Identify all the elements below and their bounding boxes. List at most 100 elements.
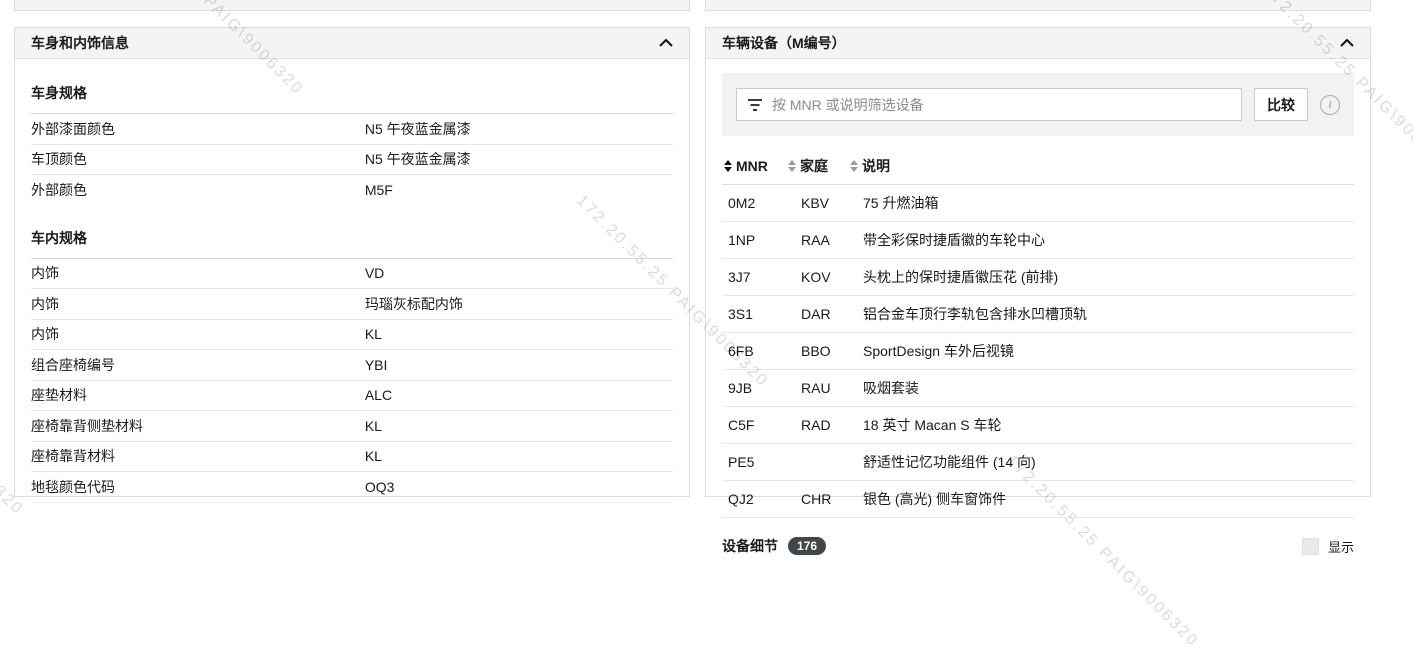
show-checkbox[interactable] xyxy=(1302,538,1319,555)
cell-description: 18 英寸 Macan S 车轮 xyxy=(863,415,1354,435)
panel-header[interactable]: 服务/保养计划 xyxy=(706,0,1370,11)
spec-row: 外部颜色 M5F xyxy=(31,175,673,206)
equipment-filter-box[interactable] xyxy=(736,88,1242,121)
spec-row: 座垫材料 ALC xyxy=(31,381,673,412)
spec-label: 座垫材料 xyxy=(31,385,365,405)
spec-row: 内饰 KL xyxy=(31,320,673,351)
table-row[interactable]: 6FB BBO SportDesign 车外后视镜 xyxy=(722,333,1354,370)
spec-row: 外部漆面颜色 N5 午夜蓝金属漆 xyxy=(31,114,673,145)
spec-label: 组合座椅编号 xyxy=(31,355,365,375)
cell-mnr: 0M2 xyxy=(728,195,801,211)
cell-mnr: C5F xyxy=(728,417,801,433)
show-label: 显示 xyxy=(1328,537,1354,556)
cell-family: KBV xyxy=(801,195,863,211)
spec-value: YBI xyxy=(365,357,388,373)
equipment-details: 设备细节 176 xyxy=(722,536,826,556)
column-header-family[interactable]: 家庭 xyxy=(788,156,850,176)
equipment-body: 比较 i MNR 家庭 说明 0M2 KBV xyxy=(706,59,1370,556)
spec-row: 地毯颜色代码 OQ3 xyxy=(31,472,673,503)
cell-description: 铝合金车顶行李轨包含排水凹槽顶轨 xyxy=(863,304,1354,324)
spec-value: N5 午夜蓝金属漆 xyxy=(365,149,471,169)
equipment-table-header: MNR 家庭 说明 xyxy=(722,156,1354,185)
spec-label: 内饰 xyxy=(31,324,365,344)
cell-description: 75 升燃油箱 xyxy=(863,193,1354,213)
sort-icon[interactable] xyxy=(850,160,858,172)
panel-header[interactable]: 车辆设备（M编号） xyxy=(706,28,1370,59)
table-row[interactable]: 9JB RAU 吸烟套装 xyxy=(722,370,1354,407)
spec-row: 座椅靠背材料 KL xyxy=(31,442,673,473)
section-title: 车内规格 xyxy=(31,222,673,259)
column-header-description[interactable]: 说明 xyxy=(850,156,1354,176)
panel-service-plan-collapsed: 服务/保养计划 xyxy=(705,0,1371,11)
sort-icon[interactable] xyxy=(788,160,796,172)
table-row[interactable]: 1NP RAA 带全彩保时捷盾徽的车轮中心 xyxy=(722,222,1354,259)
cell-mnr: PE5 xyxy=(728,454,801,470)
spec-row: 组合座椅编号 YBI xyxy=(31,350,673,381)
column-label: MNR xyxy=(736,158,768,174)
table-row[interactable]: 0M2 KBV 75 升燃油箱 xyxy=(722,185,1354,222)
spec-value: KL xyxy=(365,448,382,464)
spec-label: 座椅靠背材料 xyxy=(31,446,365,466)
panel-title: 车辆识别和一般信息 xyxy=(31,0,157,2)
spec-value: OQ3 xyxy=(365,479,395,495)
cell-description: 带全彩保时捷盾徽的车轮中心 xyxy=(863,230,1354,250)
spec-value: 玛瑙灰标配内饰 xyxy=(365,294,463,314)
panel-title: 车身和内饰信息 xyxy=(31,33,129,53)
equipment-filter-input[interactable] xyxy=(772,89,1231,120)
table-row[interactable]: C5F RAD 18 英寸 Macan S 车轮 xyxy=(722,407,1354,444)
column-label: 家庭 xyxy=(800,156,828,176)
cell-mnr: 3S1 xyxy=(728,306,801,322)
chevron-up-icon[interactable] xyxy=(659,39,673,47)
section-body-specs: 车身规格 外部漆面颜色 N5 午夜蓝金属漆 车顶颜色 N5 午夜蓝金属漆 外部颜… xyxy=(31,77,673,206)
cell-mnr: 3J7 xyxy=(728,269,801,285)
spec-row: 车顶颜色 N5 午夜蓝金属漆 xyxy=(31,145,673,176)
cell-description: SportDesign 车外后视镜 xyxy=(863,341,1354,361)
equipment-footer: 设备细节 176 显示 xyxy=(722,536,1354,556)
panel-header[interactable]: 车身和内饰信息 xyxy=(15,28,689,59)
spec-label: 外部漆面颜色 xyxy=(31,119,365,139)
spec-value: KL xyxy=(365,418,382,434)
equipment-table: MNR 家庭 说明 0M2 KBV 75 升燃油箱 1NP RAA 带全 xyxy=(722,156,1354,518)
table-row[interactable]: QJ2 CHR 银色 (高光) 侧车窗饰件 xyxy=(722,481,1354,518)
sort-icon[interactable] xyxy=(724,160,732,172)
table-row[interactable]: PE5 舒适性记忆功能组件 (14 向) xyxy=(722,444,1354,481)
cell-family: DAR xyxy=(801,306,863,322)
panel-title: 服务/保养计划 xyxy=(722,0,810,2)
section-interior-specs: 车内规格 内饰 VD 内饰 玛瑙灰标配内饰 内饰 KL 组合座椅编号 YBI 座… xyxy=(31,222,673,503)
cell-family: BBO xyxy=(801,343,863,359)
spec-value: N5 午夜蓝金属漆 xyxy=(365,119,471,139)
spec-value: M5F xyxy=(365,182,393,198)
equipment-details-label: 设备细节 xyxy=(722,536,778,556)
filter-bar: 比较 i xyxy=(722,73,1354,136)
spec-label: 内饰 xyxy=(31,294,365,314)
spec-label: 座椅靠背侧垫材料 xyxy=(31,416,365,436)
count-badge: 176 xyxy=(788,537,826,555)
compare-button[interactable]: 比较 xyxy=(1254,88,1308,121)
cell-family: RAU xyxy=(801,380,863,396)
cell-description: 头枕上的保时捷盾徽压花 (前排) xyxy=(863,267,1354,287)
panel-header[interactable]: 车辆识别和一般信息 xyxy=(15,0,689,11)
panel-vehicle-equipment: 车辆设备（M编号） 比较 i MNR 家庭 xyxy=(705,27,1371,497)
filter-icon xyxy=(747,98,763,112)
panel-body-interior-info: 车身和内饰信息 车身规格 外部漆面颜色 N5 午夜蓝金属漆 车顶颜色 N5 午夜… xyxy=(14,27,690,497)
spec-row: 内饰 VD xyxy=(31,259,673,290)
column-header-mnr[interactable]: MNR xyxy=(724,156,788,176)
chevron-up-icon[interactable] xyxy=(1340,39,1354,47)
cell-mnr: 1NP xyxy=(728,232,801,248)
info-icon[interactable]: i xyxy=(1320,95,1340,115)
cell-description: 舒适性记忆功能组件 (14 向) xyxy=(863,452,1354,472)
panel-vehicle-identification-collapsed: 车辆识别和一般信息 xyxy=(14,0,690,11)
cell-family: CHR xyxy=(801,491,863,507)
table-row[interactable]: 3S1 DAR 铝合金车顶行李轨包含排水凹槽顶轨 xyxy=(722,296,1354,333)
cell-mnr: 6FB xyxy=(728,343,801,359)
cell-description: 银色 (高光) 侧车窗饰件 xyxy=(863,489,1354,509)
section-title: 车身规格 xyxy=(31,77,673,114)
spec-label: 车顶颜色 xyxy=(31,149,365,169)
column-label: 说明 xyxy=(862,156,890,176)
table-row[interactable]: 3J7 KOV 头枕上的保时捷盾徽压花 (前排) xyxy=(722,259,1354,296)
cell-description: 吸烟套装 xyxy=(863,378,1354,398)
spec-value: KL xyxy=(365,326,382,342)
spec-label: 地毯颜色代码 xyxy=(31,477,365,497)
panel-title: 车辆设备（M编号） xyxy=(722,33,846,53)
cell-mnr: QJ2 xyxy=(728,491,801,507)
